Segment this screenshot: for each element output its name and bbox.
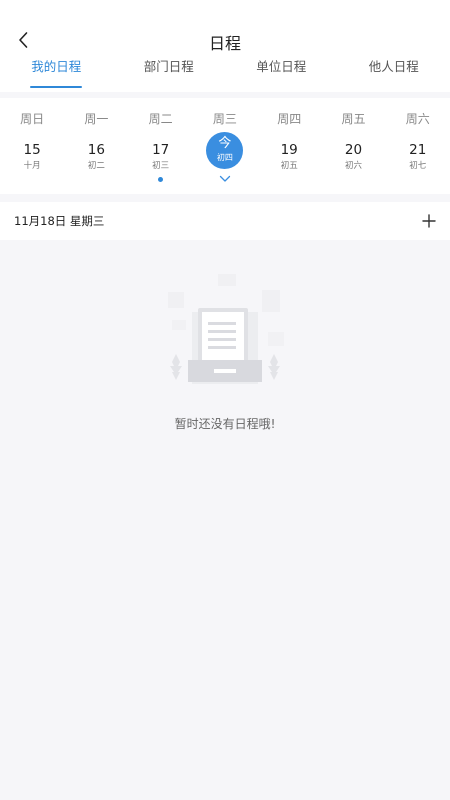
date-number: 17 — [152, 142, 170, 158]
date-cell-16[interactable]: 16 初二 — [64, 142, 128, 194]
date-cell-today[interactable]: 今 初四 — [193, 132, 257, 194]
weekday-header-row: 周日 周一 周二 周三 周四 周五 周六 — [0, 108, 450, 130]
date-number: 16 — [87, 142, 105, 158]
weekday-label: 周二 — [148, 112, 173, 126]
lunar-date: 十月 — [23, 161, 41, 171]
lunar-date: 初七 — [409, 161, 427, 171]
selected-date-label: 11月18日 星期三 — [14, 214, 105, 228]
plus-icon[interactable] — [422, 214, 436, 228]
tab-my-schedule[interactable]: 我的日程 — [0, 56, 112, 88]
event-dot-indicator — [158, 177, 164, 182]
chevron-down-icon[interactable] — [219, 175, 231, 183]
date-number: 20 — [344, 142, 363, 158]
empty-state: 暂时还没有日程哦! — [0, 262, 450, 442]
date-cell-17[interactable]: 17 初三 — [129, 142, 193, 194]
today-label: 今 — [218, 136, 232, 151]
lunar-date: 初五 — [280, 161, 298, 171]
tab-unit-schedule[interactable]: 单位日程 — [225, 56, 337, 74]
page-title: 日程 — [208, 34, 241, 53]
weekday-label: 周一 — [84, 112, 109, 126]
tab-others-schedule[interactable]: 他人日程 — [338, 56, 450, 74]
date-row: 15 十月 16 初二 17 初三 今 初四 19 初五 20 初六 21 初七 — [0, 132, 450, 194]
divider — [0, 194, 450, 202]
weekday-label: 周六 — [405, 112, 430, 126]
week-calendar: 周日 周一 周二 周三 周四 周五 周六 15 十月 16 初二 17 初三 今… — [0, 98, 450, 194]
top-bar: 日程 我的日程 部门日程 单位日程 他人日程 — [0, 0, 450, 92]
tab-bar: 我的日程 部门日程 单位日程 他人日程 — [0, 59, 450, 88]
lunar-date: 初六 — [344, 161, 362, 171]
selected-date-bar: 11月18日 星期三 — [0, 202, 450, 240]
weekday-label: 周五 — [341, 112, 366, 126]
date-cell-19[interactable]: 19 初五 — [257, 142, 321, 194]
date-cell-15[interactable]: 15 十月 — [0, 142, 64, 194]
today-highlight[interactable]: 今 初四 — [206, 132, 244, 169]
empty-state-text: 暂时还没有日程哦! — [174, 417, 276, 431]
lunar-date: 初二 — [87, 161, 105, 171]
date-cell-21[interactable]: 21 初七 — [386, 142, 450, 194]
date-number: 19 — [280, 142, 298, 158]
date-number: 15 — [23, 142, 41, 158]
tab-department-schedule[interactable]: 部门日程 — [113, 56, 225, 74]
date-number: 21 — [409, 142, 427, 158]
weekday-label: 周三 — [212, 112, 237, 126]
document-tray-icon — [168, 274, 284, 384]
weekday-label: 周日 — [20, 112, 45, 126]
lunar-date: 初三 — [152, 161, 170, 171]
weekday-label: 周四 — [277, 112, 302, 126]
date-cell-20[interactable]: 20 初六 — [321, 142, 385, 194]
lunar-date: 初四 — [216, 153, 233, 162]
